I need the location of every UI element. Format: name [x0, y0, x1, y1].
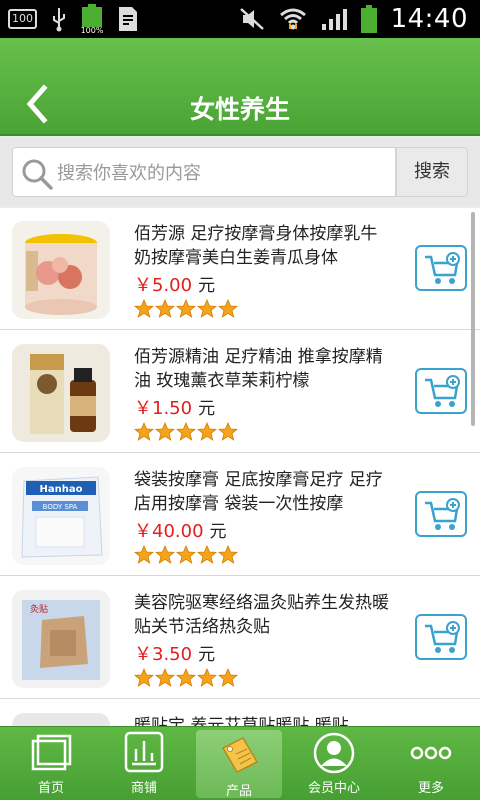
product-price: ￥5.00 [134, 275, 193, 296]
app-header: 女性养生 [0, 38, 480, 136]
list-item[interactable]: Hanhao BODY SPA 袋装按摩膏 足底按摩膏足疗 足疗店用按摩膏 袋装… [0, 454, 480, 576]
clock: 14:40 [390, 4, 468, 34]
thumb-label: 灸贴 [30, 603, 48, 615]
star-icon [197, 299, 217, 318]
mute-icon [239, 8, 264, 30]
battery-small-icon: 100% [81, 4, 104, 35]
star-icon [155, 299, 175, 318]
star-icon [176, 668, 196, 687]
price-unit: 元 [198, 276, 216, 296]
thumb-brand-label: Hanhao [40, 484, 83, 495]
nav-item-more[interactable]: 更多 [388, 727, 474, 800]
product-price: ￥40.00 [134, 521, 204, 542]
star-icon [218, 299, 238, 318]
product-list: 佰芳源 足疗按摩膏身体按摩乳牛奶按摩膏美白生姜青瓜身体 ￥5.00 元 佰芳源精… [0, 208, 480, 726]
list-item[interactable]: 灸贴 美容院驱寒经络温灸贴养生发热暖贴关节活络热灸贴 ￥3.50 元 [0, 577, 480, 699]
rating-stars [134, 668, 238, 688]
nav-item-shop[interactable]: 商铺 [101, 727, 187, 800]
price-row: ￥3.50 元 [134, 640, 215, 666]
add-cart-icon [425, 498, 460, 530]
list-item[interactable]: 佰芳源 足疗按摩膏身体按摩乳牛奶按摩膏美白生姜青瓜身体 ￥5.00 元 [0, 208, 480, 330]
product-title: 佰芳源 足疗按摩膏身体按摩乳牛奶按摩膏美白生姜青瓜身体 [134, 224, 378, 268]
nav-label: 首页 [37, 781, 64, 796]
star-icon [218, 422, 238, 441]
thumb-sub-label: BODY SPA [43, 503, 78, 511]
price-row: ￥5.00 元 [134, 271, 215, 297]
star-icon [218, 545, 238, 564]
product-thumbnail [12, 344, 110, 442]
star-icon [155, 545, 175, 564]
star-icon [176, 422, 196, 441]
nav-label: 产品 [225, 784, 252, 799]
star-icon [155, 422, 175, 441]
product-price: ￥1.50 [134, 398, 193, 419]
home-icon [31, 734, 72, 771]
add-cart-icon [425, 621, 460, 653]
product-thumbnail [12, 221, 110, 319]
product-title: 美容院驱寒经络温灸贴养生发热暖贴关节活络热灸贴 [134, 593, 389, 637]
nav-item-home[interactable]: 首页 [8, 727, 94, 800]
add-to-cart-button[interactable] [415, 368, 467, 414]
star-icon [134, 668, 154, 687]
document-icon [119, 7, 137, 31]
signal-icon [321, 9, 347, 30]
status-bar: 100 100% 14:40 [0, 0, 480, 38]
star-icon [176, 299, 196, 318]
price-unit: 元 [198, 645, 216, 665]
list-item[interactable]: 佰芳源精油 足疗精油 推拿按摩精油 玫瑰薰衣草茉莉柠檬 ￥1.50 元 [0, 331, 480, 453]
product-price: ￥3.50 [134, 644, 193, 665]
page-title: 女性养生 [189, 95, 290, 124]
battery-small-label: 100% [81, 26, 103, 34]
search-button[interactable]: 搜索 [396, 147, 468, 197]
add-cart-icon [425, 252, 460, 284]
star-icon [134, 422, 154, 441]
nav-label: 商铺 [130, 781, 157, 796]
star-icon [134, 545, 154, 564]
star-icon [176, 545, 196, 564]
product-title: 佰芳源精油 足疗精油 推拿按摩精油 玫瑰薰衣草茉莉柠檬 [134, 347, 383, 391]
nav-item-products[interactable]: 产品 [196, 730, 282, 799]
search-box [12, 147, 396, 197]
rating-stars [134, 422, 238, 442]
star-icon [197, 422, 217, 441]
status-badge: 100 [8, 9, 37, 29]
product-title: 暖贴宝 养元艾草贴暖贴 暖贴 [134, 716, 349, 726]
search-bar: 搜索 [0, 138, 480, 206]
nav-label: 会员中心 [307, 781, 360, 796]
add-cart-icon [425, 375, 460, 407]
search-input[interactable] [57, 158, 387, 188]
rating-stars [134, 545, 238, 565]
shop-chart-icon [124, 731, 164, 773]
product-thumbnail: 灸贴 [12, 590, 110, 688]
add-to-cart-button[interactable] [415, 245, 467, 291]
list-item[interactable]: 暖贴宝 养元艾草贴暖贴 暖贴 [0, 700, 480, 726]
star-icon [134, 299, 154, 318]
price-row: ￥1.50 元 [134, 394, 215, 420]
member-icon [313, 732, 355, 774]
nav-label: 更多 [417, 781, 444, 796]
product-thumbnail [12, 713, 110, 726]
product-title: 袋装按摩膏 足底按摩膏足疗 足疗店用按摩膏 袋装一次性按摩 [134, 470, 383, 514]
more-dots-icon [410, 746, 452, 760]
bottom-nav: 首页 商铺 产品 会员中心 更多 [0, 726, 480, 800]
star-icon [197, 545, 217, 564]
product-thumbnail: Hanhao BODY SPA [12, 467, 110, 565]
rating-stars [134, 299, 238, 319]
star-icon [218, 668, 238, 687]
search-icon [22, 159, 53, 190]
battery-icon [360, 5, 377, 33]
price-unit: 元 [198, 399, 216, 419]
list-scrollbar[interactable] [471, 212, 475, 426]
usb-icon [53, 8, 65, 32]
star-icon [155, 668, 175, 687]
price-row: ￥40.00 元 [134, 517, 227, 543]
price-unit: 元 [209, 522, 227, 542]
sale-tag-icon [221, 737, 259, 773]
add-to-cart-button[interactable] [415, 491, 467, 537]
nav-item-member-center[interactable]: 会员中心 [291, 727, 377, 800]
star-icon [197, 668, 217, 687]
wifi-icon [279, 8, 306, 30]
add-to-cart-button[interactable] [415, 614, 467, 660]
